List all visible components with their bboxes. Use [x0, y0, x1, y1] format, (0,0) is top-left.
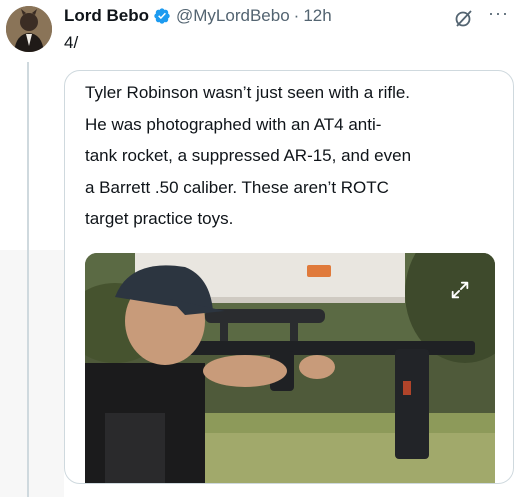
quoted-text-line: Tyler Robinson wasn’t just seen with a r… [85, 83, 411, 102]
more-icon[interactable]: ··· [488, 4, 509, 22]
post-timestamp[interactable]: 12h [303, 6, 331, 26]
quoted-text-line: He was photographed with an AT4 anti- [85, 114, 382, 134]
post-header: Lord Bebo @MyLordBebo · 12h [64, 4, 332, 28]
author-handle[interactable]: @MyLordBebo [176, 6, 290, 26]
avatar-image [6, 6, 52, 52]
quoted-text-line: a Barrett .50 caliber. These aren’t ROTC [85, 177, 389, 197]
quoted-post-card[interactable]: Tyler Robinson wasn’t just seen with a r… [64, 70, 514, 484]
quoted-text-line: target practice toys. [85, 209, 234, 228]
avatar[interactable] [6, 6, 52, 52]
grok-icon[interactable] [454, 8, 474, 33]
quoted-text-line: tank rocket, a suppressed AR-15, and eve… [85, 146, 412, 165]
post-text: 4/ [64, 33, 79, 52]
left-gutter-shade [0, 250, 64, 497]
separator-dot: · [293, 6, 300, 25]
author-name[interactable]: Lord Bebo [64, 6, 149, 26]
quoted-post-text: Tyler Robinson wasn’t just seen with a r… [85, 77, 495, 235]
photo-illustration [85, 253, 495, 483]
verified-badge-icon[interactable] [153, 7, 171, 25]
media-image[interactable] [85, 253, 495, 483]
expand-icon[interactable] [445, 275, 475, 305]
thread-connector-line [27, 62, 29, 497]
